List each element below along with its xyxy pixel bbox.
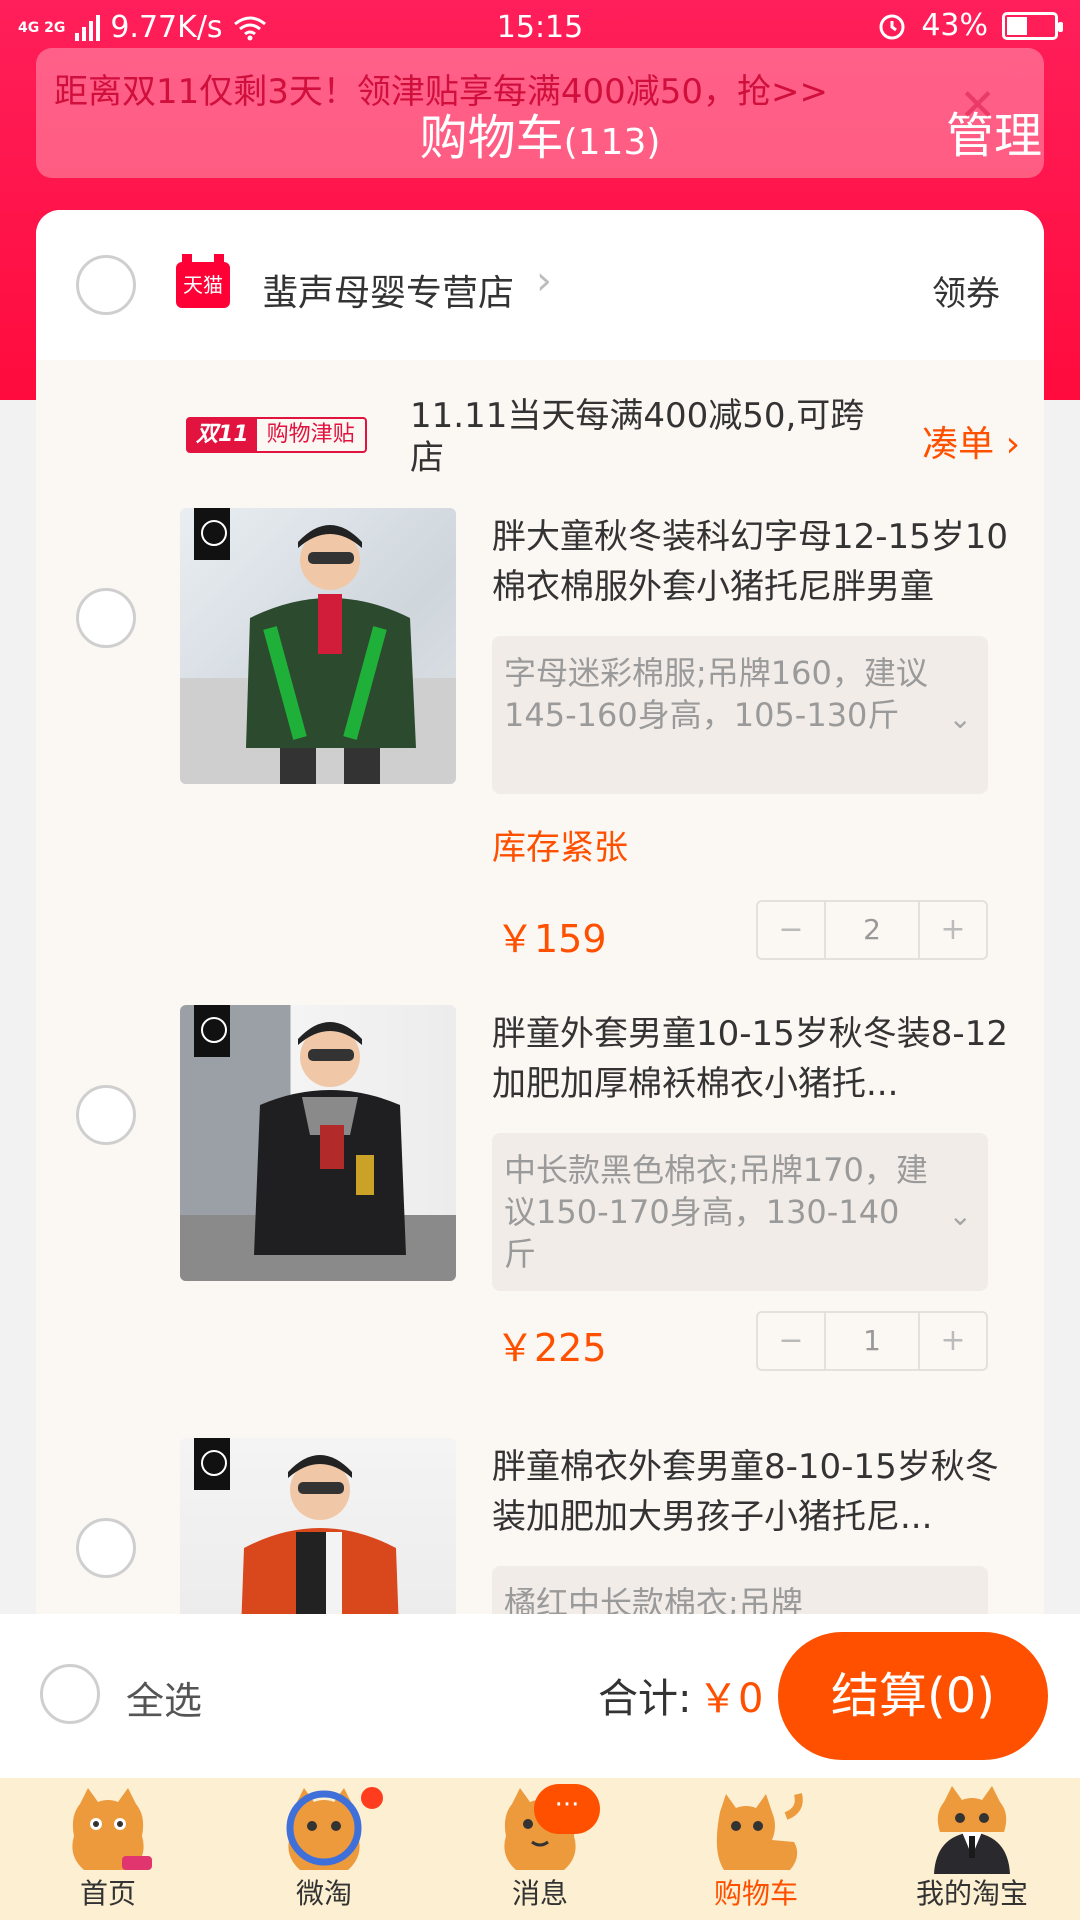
shop-select-radio[interactable]: [76, 255, 136, 315]
brand-badge-icon: [194, 1005, 230, 1057]
shop-header: 天猫 蜚声母婴专营店 › 领券: [36, 210, 1044, 360]
close-icon[interactable]: ✕: [959, 84, 996, 128]
stock-status: 库存紧张: [492, 828, 628, 868]
product-title[interactable]: 胖大童秋冬装科幻字母12-15岁10棉衣棉服外套小猪托尼胖男童: [492, 512, 1012, 612]
shop-card: 天猫 蜚声母婴专营店 › 领券 双11 购物津贴 11.11当天每满400减50…: [36, 210, 1044, 1620]
product-title[interactable]: 胖童外套男童10-15岁秋冬装8-12加肥加厚棉袄棉衣小猪托...: [492, 1009, 1012, 1109]
cat-home-icon: [72, 1788, 152, 1870]
bottom-tab-bar: 首页 微淘 ··· 消息 购物车 我的淘宝: [0, 1778, 1080, 1920]
promo-text: 11.11当天每满400减50,可跨店: [410, 396, 865, 478]
status-right: 43%: [877, 8, 1063, 43]
checkout-bar: 全选 合计: ￥0 结算(0): [0, 1614, 1080, 1778]
product-image[interactable]: [180, 1005, 456, 1281]
decrease-button[interactable]: −: [758, 1313, 824, 1369]
total-label: 合计:: [598, 1676, 692, 1722]
quantity-value[interactable]: 2: [824, 902, 920, 958]
tab-messages[interactable]: ··· 消息: [432, 1778, 648, 1920]
product-image[interactable]: [180, 1438, 456, 1620]
item-select-radio[interactable]: [76, 588, 136, 648]
increase-button[interactable]: +: [920, 1313, 986, 1369]
promo-banner[interactable]: 距离双11仅剩3天！领津贴享每满400减50，抢>> ✕: [36, 48, 1044, 178]
quantity-stepper: − 1 +: [756, 1311, 988, 1371]
quantity-value[interactable]: 1: [824, 1313, 920, 1369]
brand-badge-icon: [194, 1438, 230, 1490]
coupon-button[interactable]: 领券: [932, 266, 1000, 315]
tab-cart-label: 购物车: [713, 1877, 798, 1910]
chevron-right-icon[interactable]: ›: [536, 258, 552, 304]
notification-dot: [358, 1784, 386, 1812]
tab-cart[interactable]: 购物车: [648, 1778, 864, 1920]
add-on-link-label: 凑单: [922, 424, 995, 465]
product-title[interactable]: 胖童棉衣外套男童8-10-15岁秋冬装加肥加大男孩子小猪托尼...: [492, 1442, 1012, 1542]
sku-selector[interactable]: 字母迷彩棉服;吊牌160，建议145-160身高，105-130斤 ⌄: [492, 636, 988, 794]
battery-icon: [1002, 11, 1063, 40]
select-all-label[interactable]: 全选: [126, 1670, 202, 1725]
quantity-stepper: − 2 +: [756, 900, 988, 960]
brand-badge-icon: [194, 508, 230, 560]
total-value: ￥0: [698, 1676, 764, 1722]
sku-text: 字母迷彩棉服;吊牌160，建议145-160身高，105-130斤: [504, 654, 928, 734]
double11-badge: 双11 购物津贴: [186, 417, 367, 453]
battery-percent: 43%: [921, 8, 988, 43]
double11-badge-b: 购物津贴: [266, 422, 355, 447]
cat-cart-icon: [716, 1793, 803, 1870]
product-price: ￥159: [496, 917, 607, 961]
tab-profile[interactable]: 我的淘宝: [864, 1778, 1080, 1920]
promo-row: 双11 购物津贴 11.11当天每满400减50,可跨店 凑单 ›: [186, 385, 1026, 478]
message-bubble-icon: ···: [534, 1784, 600, 1834]
decrease-button[interactable]: −: [758, 902, 824, 958]
item-select-radio[interactable]: [76, 1518, 136, 1578]
increase-button[interactable]: +: [920, 902, 986, 958]
double11-badge-a: 双11: [188, 419, 257, 451]
tab-home[interactable]: 首页: [0, 1778, 216, 1920]
battery-fill: [1007, 16, 1027, 35]
sku-selector[interactable]: 橘红中长款棉衣;吊牌: [492, 1566, 988, 1620]
alarm-icon: [879, 14, 905, 39]
cat-profile-icon: [934, 1786, 1010, 1874]
sku-text: 中长款黑色棉衣;吊牌170，建议150-170身高，130-140斤: [504, 1151, 928, 1273]
chevron-down-icon: ⌄: [948, 702, 972, 735]
select-all-radio[interactable]: [40, 1664, 100, 1724]
item-select-radio[interactable]: [76, 1085, 136, 1145]
shop-name[interactable]: 蜚声母婴专营店: [262, 264, 514, 316]
tab-weitao[interactable]: 微淘: [216, 1778, 432, 1920]
tab-weitao-label: 微淘: [295, 1877, 352, 1910]
tab-home-label: 首页: [79, 1877, 136, 1910]
tab-messages-label: 消息: [511, 1877, 568, 1910]
promo-banner-text: 距离双11仅剩3天！领津贴享每满400减50，抢>>: [54, 72, 829, 112]
add-on-link[interactable]: 凑单 ›: [922, 415, 1020, 467]
product-price: ￥225: [496, 1326, 607, 1370]
product-image[interactable]: [180, 508, 456, 784]
chevron-down-icon: ⌄: [948, 1199, 972, 1232]
checkout-button[interactable]: 结算(0): [778, 1632, 1048, 1760]
sku-selector[interactable]: 中长款黑色棉衣;吊牌170，建议150-170身高，130-140斤 ⌄: [492, 1133, 988, 1291]
tmall-icon: 天猫: [176, 254, 230, 308]
tab-profile-label: 我的淘宝: [915, 1877, 1028, 1910]
